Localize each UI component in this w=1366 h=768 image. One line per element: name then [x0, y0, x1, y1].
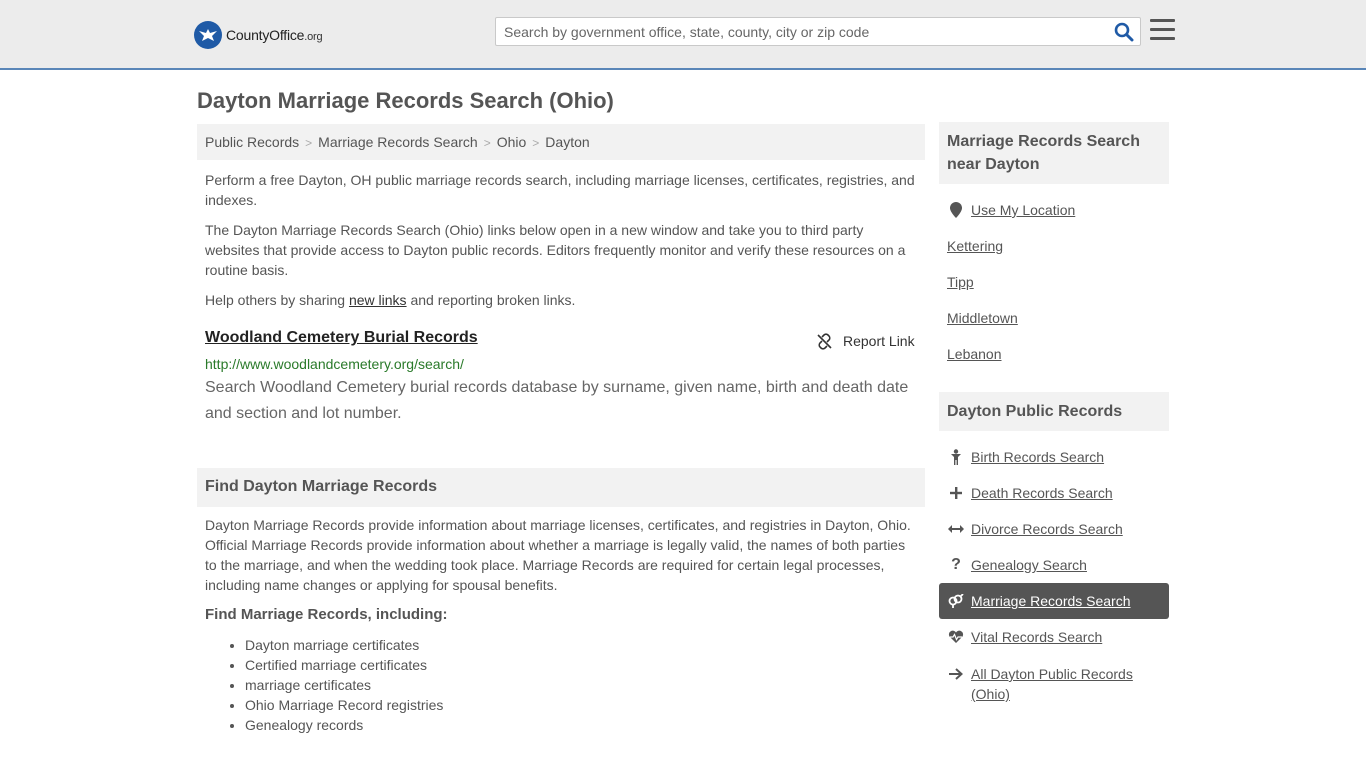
chevron-right-icon: > — [483, 136, 491, 150]
share-links-paragraph: Help others by sharing new links and rep… — [205, 292, 576, 308]
chevron-right-icon: > — [532, 136, 540, 150]
nearby-link[interactable]: Lebanon — [947, 346, 1002, 362]
hamburger-menu-icon[interactable] — [1150, 19, 1175, 42]
nearby-item-lebanon[interactable]: Lebanon — [939, 336, 1169, 372]
use-location-item[interactable]: Use My Location — [939, 192, 1169, 228]
search-input[interactable] — [496, 18, 1106, 45]
cross-icon — [947, 487, 965, 499]
use-location-link[interactable]: Use My Location — [971, 202, 1075, 218]
sidebar-item-vital[interactable]: Vital Records Search — [939, 619, 1169, 655]
divorce-records-link[interactable]: Divorce Records Search — [971, 521, 1123, 537]
list-item: Genealogy records — [245, 715, 443, 735]
heartbeat-icon — [947, 630, 965, 644]
breadcrumb-ohio[interactable]: Ohio — [497, 134, 527, 150]
resource-url: http://www.woodlandcemetery.org/search/ — [205, 356, 464, 372]
chevron-right-icon: > — [305, 136, 313, 150]
nearby-link[interactable]: Tipp — [947, 274, 974, 290]
breadcrumb: Public Records > Marriage Records Search > O… — [197, 124, 925, 160]
resource-title-link[interactable]: Woodland Cemetery Burial Records — [205, 329, 478, 347]
broken-link-icon — [817, 332, 832, 350]
sidebar-item-all-records[interactable]: All Dayton Public Records (Ohio) — [939, 655, 1169, 715]
list-item: marriage certificates — [245, 675, 443, 695]
list-item: Certified marriage certificates — [245, 655, 443, 675]
map-marker-icon — [947, 202, 965, 218]
marriage-symbol-icon — [947, 594, 965, 608]
resource-description: Search Woodland Cemetery burial records … — [205, 379, 909, 422]
disclaimer-paragraph: The Dayton Marriage Records Search (Ohio… — [205, 222, 906, 278]
sidebar-item-genealogy[interactable]: ? Genealogy Search — [939, 547, 1169, 583]
nearby-heading: Marriage Records Search near Dayton — [939, 122, 1169, 184]
marriage-records-link[interactable]: Marriage Records Search — [971, 593, 1131, 609]
list-item: Ohio Marriage Record registries — [245, 695, 443, 715]
birth-records-link[interactable]: Birth Records Search — [971, 449, 1104, 465]
nearby-item-tipp[interactable]: Tipp — [939, 264, 1169, 300]
record-types-list: Dayton marriage certificates Certified m… — [245, 635, 443, 735]
question-icon: ? — [951, 556, 961, 573]
search-icon[interactable] — [1114, 22, 1134, 42]
breadcrumb-marriage-records[interactable]: Marriage Records Search — [318, 134, 478, 150]
genealogy-link[interactable]: Genealogy Search — [971, 557, 1087, 573]
logo-text: CountyOffice.org — [226, 27, 323, 43]
arrows-horizontal-icon — [947, 524, 965, 534]
breadcrumb-public-records[interactable]: Public Records — [205, 134, 299, 150]
site-header: CountyOffice.org — [0, 0, 1366, 70]
nearby-link[interactable]: Middletown — [947, 310, 1018, 326]
new-links-link[interactable]: new links — [349, 292, 407, 308]
find-records-paragraph: Dayton Marriage Records provide informat… — [205, 517, 911, 593]
report-link-button[interactable]: Report Link — [816, 331, 915, 351]
find-records-subheading: Find Marriage Records, including: — [205, 606, 448, 623]
all-records-link[interactable]: All Dayton Public Records (Ohio) — [971, 664, 1161, 704]
sidebar-item-divorce[interactable]: Divorce Records Search — [939, 511, 1169, 547]
report-link-label: Report Link — [843, 333, 915, 349]
list-item: Dayton marriage certificates — [245, 635, 443, 655]
nearby-link[interactable]: Kettering — [947, 238, 1003, 254]
nearby-item-kettering[interactable]: Kettering — [939, 228, 1169, 264]
site-logo[interactable]: CountyOffice.org — [194, 20, 323, 50]
sidebar-item-birth[interactable]: Birth Records Search — [939, 439, 1169, 475]
search-box — [495, 17, 1141, 46]
public-records-heading: Dayton Public Records — [939, 392, 1169, 431]
find-records-heading: Find Dayton Marriage Records — [197, 468, 925, 507]
vital-records-link[interactable]: Vital Records Search — [971, 629, 1102, 645]
sidebar-item-marriage[interactable]: Marriage Records Search — [939, 583, 1169, 619]
page-title: Dayton Marriage Records Search (Ohio) — [197, 88, 614, 113]
intro-paragraph: Perform a free Dayton, OH public marriag… — [205, 172, 915, 208]
nearby-item-middletown[interactable]: Middletown — [939, 300, 1169, 336]
breadcrumb-dayton[interactable]: Dayton — [545, 134, 589, 150]
child-icon — [947, 449, 965, 465]
death-records-link[interactable]: Death Records Search — [971, 485, 1113, 501]
eagle-logo-icon — [194, 21, 222, 49]
arrow-right-icon — [947, 664, 965, 684]
sidebar-item-death[interactable]: Death Records Search — [939, 475, 1169, 511]
